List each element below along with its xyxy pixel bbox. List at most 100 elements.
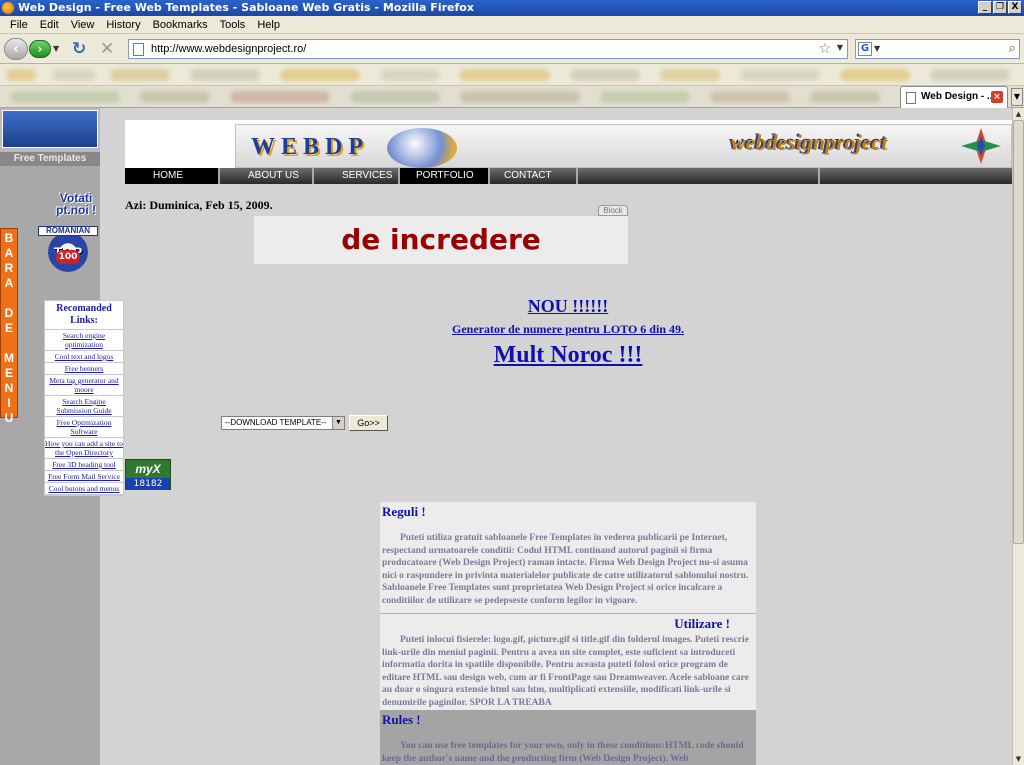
bookmark-item[interactable]	[6, 69, 36, 81]
myx-counter-badge[interactable]: myX 18182	[125, 459, 171, 490]
menu-view[interactable]: View	[65, 16, 101, 33]
rec-link-open-directory[interactable]: How you can add a site to the Open Direc…	[45, 438, 123, 459]
vote-for-us-link[interactable]: Votati pt.noi !	[56, 192, 96, 216]
history-dropdown-icon[interactable]: ▼	[53, 44, 59, 53]
window-title: Web Design - Free Web Templates - Sabloa…	[18, 1, 474, 14]
rec-link-free-benners[interactable]: Free benners	[45, 363, 123, 375]
bookmark-item[interactable]	[140, 91, 210, 103]
bookmark-item[interactable]	[190, 69, 260, 81]
menu-letter: N	[4, 381, 14, 395]
scroll-up-icon[interactable]: ▲	[1013, 108, 1024, 120]
bara-de-meniu-tab[interactable]: B A R A D E M E N I U	[0, 228, 18, 425]
bookmark-item[interactable]	[460, 91, 580, 103]
search-bar[interactable]: G ▼ ⌕	[855, 39, 1020, 59]
mult-noroc-link[interactable]: Mult Noroc !!!	[368, 342, 768, 369]
search-input[interactable]	[884, 41, 994, 57]
menu-tools[interactable]: Tools	[214, 16, 252, 33]
nav-contact[interactable]: CONTACT	[490, 168, 578, 184]
bookmark-item[interactable]	[380, 69, 440, 81]
ad-banner[interactable]: de incredere	[254, 216, 628, 264]
bookmark-star-icon[interactable]: ☆	[818, 41, 831, 57]
reguli-heading: Reguli !	[382, 504, 426, 519]
scroll-down-icon[interactable]: ▼	[1013, 753, 1024, 765]
minimize-button[interactable]: _	[978, 1, 992, 14]
free-templates-banner[interactable]: Free Templates	[0, 108, 100, 166]
magnifier-icon[interactable]: ⌕	[1009, 41, 1016, 56]
bookmark-item[interactable]	[350, 91, 440, 103]
url-dropdown-icon[interactable]: ▼	[837, 43, 843, 52]
window-titlebar: Web Design - Free Web Templates - Sabloa…	[0, 0, 1024, 16]
bookmark-item[interactable]	[930, 69, 1010, 81]
menu-history[interactable]: History	[100, 16, 146, 33]
badge-number: 100	[56, 250, 80, 264]
close-tab-icon[interactable]: ×	[991, 91, 1003, 103]
bookmark-item[interactable]	[660, 69, 720, 81]
rec-link-optimization-software[interactable]: Free Optimization Software	[45, 417, 123, 438]
menu-letter: R	[4, 261, 14, 275]
bookmark-item[interactable]	[740, 69, 820, 81]
stop-icon[interactable]: ✕	[100, 40, 114, 58]
romanian-top100-badge[interactable]: ROMANIAN TOP 100	[38, 226, 98, 276]
url-input[interactable]	[151, 41, 811, 57]
bookmark-item[interactable]	[230, 91, 330, 103]
restore-button[interactable]: ❐	[993, 1, 1007, 14]
tab-list-button[interactable]: ▼	[1011, 88, 1023, 106]
menu-bar: File Edit View History Bookmarks Tools H…	[0, 16, 1024, 34]
utilizare-text: Puteti inlocui fisierele: logo.gif, pict…	[382, 635, 749, 708]
chevron-down-icon[interactable]: ▼	[332, 417, 344, 429]
menu-bookmarks[interactable]: Bookmarks	[147, 16, 214, 33]
download-template-select[interactable]: --DOWNLOAD TEMPLATE-- ▼	[221, 416, 345, 430]
rec-link-cool-text[interactable]: Cool text and logos	[45, 351, 123, 363]
rec-link-form-mail[interactable]: Free Form Mail Service	[45, 471, 123, 483]
page-icon	[906, 92, 916, 104]
rules-text: You can use free templates for your own,…	[382, 741, 744, 764]
vertical-scrollbar[interactable]: ▲ ▼	[1012, 108, 1024, 765]
menu-letter-gap	[1, 336, 17, 351]
back-arrow-icon: ‹	[13, 41, 19, 57]
window-controls: _ ❐ X	[978, 1, 1022, 14]
bookmark-item[interactable]	[52, 69, 96, 81]
bookmark-item[interactable]	[840, 69, 910, 81]
bookmark-item[interactable]	[600, 91, 690, 103]
rec-link-3d-heading[interactable]: Free 3D heading tool	[45, 459, 123, 471]
recommended-links-panel: Recomanded Links: Search engine optimiza…	[44, 300, 124, 496]
globe-icon	[387, 128, 457, 168]
nav-home[interactable]: HOME	[125, 168, 220, 184]
rec-link-meta-tag[interactable]: Meta tag generator and moore	[45, 375, 123, 396]
menu-edit[interactable]: Edit	[34, 16, 65, 33]
google-icon[interactable]: G	[858, 42, 872, 56]
rec-link-submission-guide[interactable]: Search Engine Submission Guide	[45, 396, 123, 417]
back-button[interactable]: ‹	[4, 38, 28, 60]
menu-letter: A	[4, 276, 14, 290]
bookmark-item[interactable]	[280, 69, 360, 81]
nav-about-us[interactable]: ABOUT US	[220, 168, 314, 184]
menu-help[interactable]: Help	[251, 16, 286, 33]
bookmark-item[interactable]	[110, 69, 170, 81]
go-button[interactable]: Go>>	[349, 415, 388, 431]
bookmark-item[interactable]	[810, 91, 880, 103]
nou-link[interactable]: NOU !!!!!!	[368, 296, 768, 317]
tab-web-design[interactable]: Web Design - ... ×	[900, 86, 1008, 108]
url-bar[interactable]: ☆ ▼	[128, 39, 848, 59]
reload-icon[interactable]: ↻	[72, 40, 86, 58]
ad-block-tag[interactable]: Block	[598, 205, 628, 216]
menu-letter: E	[4, 366, 13, 380]
rec-link-seo[interactable]: Search engine optimization	[45, 330, 123, 351]
bookmark-item[interactable]	[570, 69, 640, 81]
scroll-thumb[interactable]	[1013, 120, 1024, 544]
reguli-text: Puteti utiliza gratuit sabloanele Free T…	[382, 533, 749, 606]
menu-file[interactable]: File	[4, 16, 34, 33]
bookmark-item[interactable]	[460, 69, 550, 81]
nav-services[interactable]: SERVICES	[314, 168, 400, 184]
nav-portfolio[interactable]: PORTFOLIO	[400, 168, 490, 184]
bookmark-item[interactable]	[710, 91, 790, 103]
myx-logo: myX	[135, 462, 161, 476]
header-logo-word: WEBDP	[251, 134, 370, 160]
bookmark-item[interactable]	[10, 91, 120, 103]
rec-link-cool-buttons[interactable]: Cool butons and menus	[45, 483, 123, 495]
loto-generator-link[interactable]: Generator de numere pentru LOTO 6 din 49…	[368, 322, 768, 337]
search-engine-dropdown-icon[interactable]: ▼	[874, 44, 880, 53]
menu-letter: B	[4, 231, 14, 245]
close-window-button[interactable]: X	[1008, 1, 1022, 14]
forward-button[interactable]: ›	[29, 40, 51, 58]
